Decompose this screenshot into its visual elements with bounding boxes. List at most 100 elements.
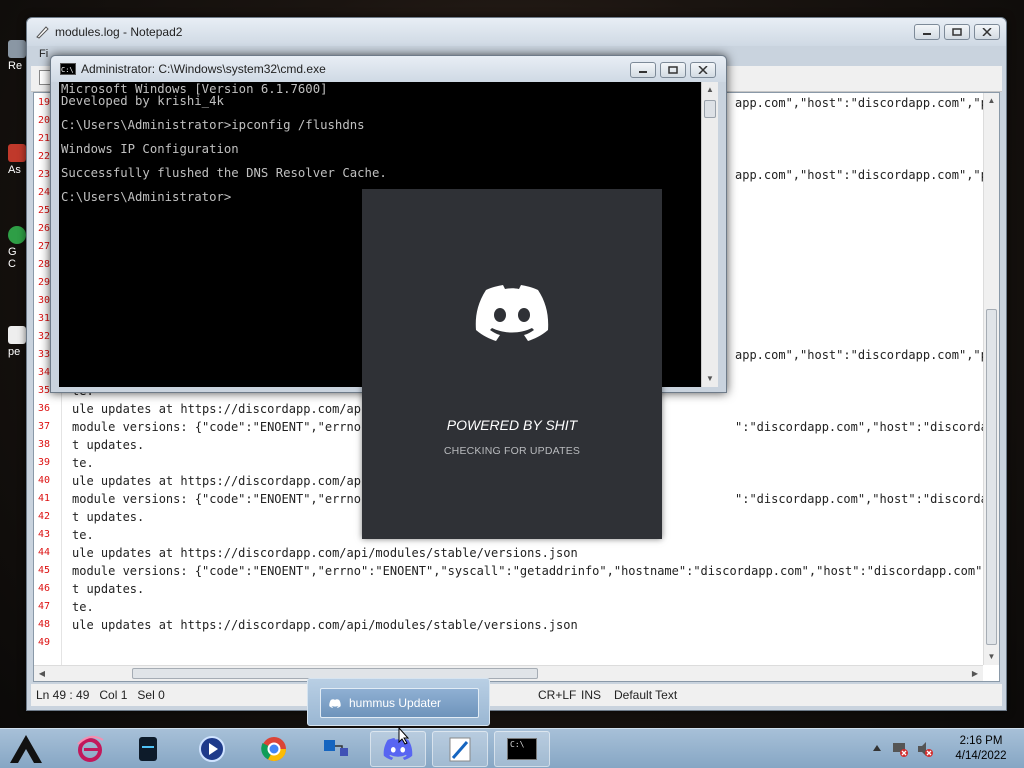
line-number: 48 xyxy=(38,619,51,630)
line-text: ule updates at https://discordapp.com/ap… xyxy=(72,618,578,632)
line-number: 41 xyxy=(38,493,51,504)
splash-title: POWERED BY SHIT xyxy=(446,417,578,433)
taskbar-network-app[interactable] xyxy=(308,731,364,767)
editor-line: 44 ule updates at https://discordapp.com/… xyxy=(34,544,983,562)
scroll-up-arrow-icon[interactable]: ▲ xyxy=(702,82,718,98)
desktop-icon-label: G xyxy=(8,246,17,258)
scroll-left-arrow-icon[interactable]: ◀ xyxy=(34,666,50,681)
cmd-output-line: Windows IP Configuration xyxy=(61,142,239,156)
recycle-bin-icon xyxy=(8,40,26,58)
line-number: 42 xyxy=(38,511,51,522)
volume-muted-icon[interactable] xyxy=(916,740,934,758)
notepad-caption-buttons xyxy=(914,24,1000,40)
minimize-button[interactable] xyxy=(914,24,940,40)
notepad-titlebar[interactable]: modules.log - Notepad2 xyxy=(27,18,1006,46)
taskbar-chrome[interactable] xyxy=(246,731,302,767)
splash-status: CHECKING FOR UPDATES xyxy=(443,445,581,457)
file-icon xyxy=(8,326,26,344)
minimize-icon xyxy=(639,71,647,73)
cmd-output-line: C:\Users\Administrator>ipconfig /flushdn… xyxy=(61,118,365,132)
line-text-right: app.com","host":"discordapp.com","por xyxy=(735,96,983,110)
show-hidden-icons-icon[interactable] xyxy=(873,745,881,751)
line-text: te. xyxy=(72,600,94,614)
taskbar-app-dark[interactable] xyxy=(120,731,176,767)
line-text: te. xyxy=(72,528,94,542)
taskbar-cmd[interactable]: C:\ xyxy=(494,731,550,767)
minimize-icon xyxy=(923,33,931,35)
line-number: 36 xyxy=(38,403,51,414)
cmd-output[interactable]: Microsoft Windows [Version 6.1.7600] Deve… xyxy=(61,82,701,203)
discord-logo-icon xyxy=(475,285,549,341)
line-number: 45 xyxy=(38,565,51,576)
taskbar-popup-item[interactable]: hummus Updater xyxy=(320,688,479,718)
line-text-right: ":"discordapp.com","host":"discordapp.co… xyxy=(735,420,983,434)
line-text: ule updates at https://discordapp.com/ap… xyxy=(72,402,376,416)
storage-drive-icon xyxy=(139,737,157,761)
status-position: Ln 49 : 49 xyxy=(36,688,90,702)
scroll-up-arrow-icon[interactable]: ▲ xyxy=(984,93,999,109)
editor-line: 46 t updates. xyxy=(34,580,983,598)
editor-line: 49 xyxy=(34,634,983,652)
line-text: t updates. xyxy=(72,510,145,524)
cmd-minimize-button[interactable] xyxy=(630,62,656,78)
scroll-down-arrow-icon[interactable]: ▼ xyxy=(702,371,718,387)
taskbar-popup-label: hummus Updater xyxy=(349,696,442,710)
horizontal-scrollbar[interactable]: ◀ ▶ xyxy=(34,665,983,681)
clock[interactable]: 2:16 PM 4/14/2022 xyxy=(946,734,1016,764)
cmd-vertical-scrollbar[interactable]: ▲ ▼ xyxy=(701,82,718,387)
taskbar-ie[interactable] xyxy=(62,731,118,767)
maximize-button[interactable] xyxy=(944,24,970,40)
status-ins: INS xyxy=(581,688,602,702)
status-eol: CR+LF xyxy=(538,688,577,702)
vertical-scrollbar[interactable]: ▲ ▼ xyxy=(983,93,999,665)
menu-file[interactable]: Fi xyxy=(39,48,48,60)
line-number: 38 xyxy=(38,439,51,450)
app-icon xyxy=(8,144,26,162)
start-button[interactable] xyxy=(8,733,44,765)
scroll-right-arrow-icon[interactable]: ▶ xyxy=(967,666,983,681)
desktop-icon-label: pe xyxy=(8,346,21,358)
taskbar-thumbnail-popup: hummus Updater xyxy=(307,678,490,726)
taskbar-media-player[interactable] xyxy=(184,731,240,767)
cmd-output-line: Successfully flushed the DNS Resolver Ca… xyxy=(61,166,387,180)
cmd-output-line: Developed by krishi_4k xyxy=(61,94,224,108)
line-number: 44 xyxy=(38,547,51,558)
line-number: 49 xyxy=(38,637,51,648)
close-icon xyxy=(698,66,708,74)
line-text: t updates. xyxy=(72,582,145,596)
cmd-icon: C:\ xyxy=(60,63,76,75)
status-col: Col 1 xyxy=(99,688,128,702)
cmd-close-button[interactable] xyxy=(690,62,716,78)
chrome-icon xyxy=(261,737,286,762)
line-text: t updates. xyxy=(72,438,145,452)
editor-line: 45 module versions: {"code":"ENOENT","err… xyxy=(34,562,983,580)
notepad-title: modules.log - Notepad2 xyxy=(55,25,183,39)
restore-icon xyxy=(952,28,962,36)
desktop-icon-label: C xyxy=(8,258,16,270)
cmd-icon: C:\ xyxy=(507,738,537,760)
editor-line: 47 te. xyxy=(34,598,983,616)
cmd-scroll-thumb[interactable] xyxy=(704,100,716,118)
vertical-scroll-thumb[interactable] xyxy=(986,309,997,645)
line-number: 40 xyxy=(38,475,51,486)
clock-date: 4/14/2022 xyxy=(955,750,1007,762)
line-number: 43 xyxy=(38,529,51,540)
close-button[interactable] xyxy=(974,24,1000,40)
cmd-caption-buttons xyxy=(630,62,716,78)
chrome-icon xyxy=(8,226,26,244)
line-text: ule updates at https://discordapp.com/ap… xyxy=(72,546,578,560)
restore-icon xyxy=(668,66,678,74)
scroll-down-arrow-icon[interactable]: ▼ xyxy=(984,649,999,665)
status-scheme: Default Text xyxy=(614,688,678,702)
line-text: module versions: {"code":"ENOENT","errno… xyxy=(72,420,376,434)
taskbar-notepad2[interactable] xyxy=(432,731,488,767)
line-text: module versions: {"code":"ENOENT","errno… xyxy=(72,492,376,506)
desktop-icon-label: As xyxy=(8,164,21,176)
cmd-titlebar[interactable]: C:\ Administrator: C:\Windows\system32\c… xyxy=(51,56,726,82)
close-icon xyxy=(982,28,992,36)
cmd-maximize-button[interactable] xyxy=(660,62,686,78)
cmd-title: Administrator: C:\Windows\system32\cmd.e… xyxy=(81,62,326,76)
network-icon[interactable] xyxy=(891,740,909,758)
discord-icon xyxy=(329,698,341,708)
line-text-right: ":"discordapp.com","host":"discordapp.co… xyxy=(735,492,983,506)
